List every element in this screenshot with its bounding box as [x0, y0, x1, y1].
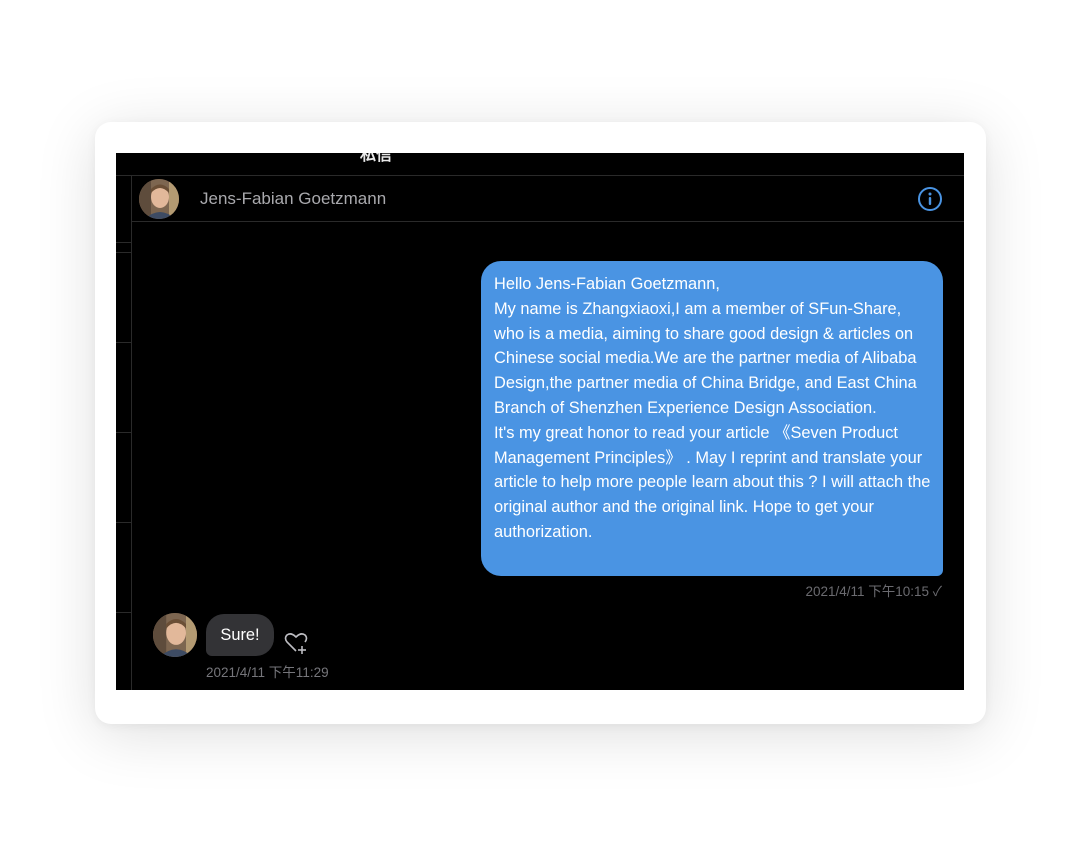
sender-avatar[interactable] — [153, 613, 197, 657]
sidebar-edge — [116, 176, 132, 690]
avatar-photo-icon — [153, 613, 197, 657]
conversation-header: Jens-Fabian Goetzmann — [132, 176, 964, 222]
divider — [116, 612, 131, 613]
heart-plus-icon[interactable] — [283, 631, 309, 655]
contact-avatar[interactable] — [139, 179, 179, 219]
dm-screen: 私信 Jens-Fabian Goetzmann Hello Jens-Fabi… — [116, 153, 964, 690]
divider — [116, 432, 131, 433]
divider — [116, 522, 131, 523]
incoming-message-bubble[interactable]: Sure! — [206, 614, 274, 656]
divider — [116, 252, 131, 253]
outgoing-timestamp: 2021/4/11 下午10:15 ✓ — [805, 584, 942, 599]
page-title: 私信 — [360, 153, 393, 164]
top-bar: 私信 — [116, 153, 964, 176]
avatar-photo-icon — [139, 179, 179, 219]
info-icon[interactable] — [917, 186, 943, 212]
incoming-timestamp: 2021/4/11 下午11:29 — [206, 665, 329, 680]
contact-name[interactable]: Jens-Fabian Goetzmann — [200, 189, 386, 209]
gear-icon[interactable] — [916, 153, 938, 161]
outgoing-message-bubble[interactable]: Hello Jens-Fabian Goetzmann, My name is … — [481, 261, 943, 576]
incoming-message-text: Sure! — [220, 626, 260, 644]
divider — [116, 242, 131, 243]
divider — [116, 342, 131, 343]
outgoing-message-text: Hello Jens-Fabian Goetzmann, My name is … — [494, 275, 931, 541]
